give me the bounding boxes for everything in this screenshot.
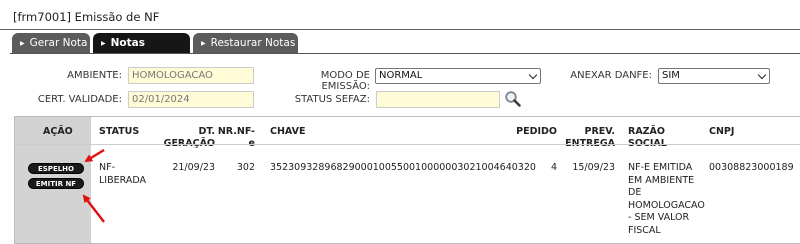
cell-status-line2: LIBERADA xyxy=(99,175,146,186)
cell-razao-social-line: DE xyxy=(628,187,642,198)
chevron-down-icon xyxy=(757,70,767,80)
header-nr-nfe: NR.NF-e xyxy=(217,126,255,149)
status-sefaz-label: STATUS SEFAZ: xyxy=(294,94,370,105)
modo-emissao-value: NORMAL xyxy=(379,70,423,81)
window-title-bar: [frm7001] Emissão de NF xyxy=(0,0,800,30)
cell-razao-social-line: - SEM VALOR xyxy=(628,212,690,223)
tab-notas-geradas[interactable]: ▶Notas Geradas xyxy=(93,33,190,71)
header-acao: AÇÃO xyxy=(43,126,73,137)
tab-arrow-icon: ▶ xyxy=(201,40,206,47)
cell-nr-nfe: 302 xyxy=(236,162,255,173)
header-chave: CHAVE xyxy=(270,126,306,137)
ambiente-label: AMBIENTE: xyxy=(67,70,122,81)
cell-pedido: 4 xyxy=(550,162,557,173)
tab-label: Restaurar Notas xyxy=(210,37,296,49)
status-sefaz-field[interactable] xyxy=(376,91,500,108)
tab-arrow-icon: ▶ xyxy=(101,40,106,47)
cell-status-line1: NF- xyxy=(99,162,115,173)
chevron-down-icon xyxy=(528,70,538,80)
header-pedido: PEDIDO xyxy=(516,126,557,137)
anexar-danfe-select[interactable]: SIM xyxy=(658,68,770,84)
modo-emissao-label: MODO DE EMISSÃO: xyxy=(320,70,370,92)
window-title: [frm7001] Emissão de NF xyxy=(13,10,160,24)
tab-restaurar-notas[interactable]: ▶ Restaurar Notas xyxy=(193,33,298,53)
cell-razao-social-line: HOMOLOGACAO xyxy=(628,199,705,211)
cert-validade-field[interactable]: 02/01/2024 xyxy=(128,91,254,108)
header-status: STATUS xyxy=(99,126,140,137)
cell-chave: 3523093289682900010055001000000302100464… xyxy=(270,162,536,173)
cell-prev-entrega: 15/09/23 xyxy=(572,162,615,173)
search-icon[interactable] xyxy=(504,90,522,108)
header-cnpj: CNPJ xyxy=(709,126,735,137)
header-razao-social-line1: RAZÃO xyxy=(628,126,665,137)
header-dt-geracao-line1: DT. xyxy=(198,126,215,137)
tab-gerar-nota[interactable]: ▶ Gerar Nota xyxy=(12,33,90,53)
notas-table: AÇÃO STATUS DT. GERAÇÃO NR.NF-e CHAVE PE… xyxy=(14,116,800,244)
header-prev-entrega-line1: PREV. xyxy=(584,126,615,137)
tab-label: Gerar Nota xyxy=(29,37,88,49)
espelho-button[interactable]: ESPELHO xyxy=(28,163,84,174)
cell-razao-social-line: FISCAL xyxy=(628,224,661,236)
cell-cnpj: 00308823000189 xyxy=(709,162,794,173)
row-divider xyxy=(15,144,800,145)
cert-validade-label: CERT. VALIDADE: xyxy=(37,94,122,105)
ambiente-field[interactable]: HOMOLOGACAO xyxy=(128,67,254,84)
modo-emissao-select[interactable]: NORMAL xyxy=(375,68,541,84)
tab-arrow-icon: ▶ xyxy=(20,40,25,47)
tab-panel: AMBIENTE: HOMOLOGACAO MODO DE EMISSÃO: N… xyxy=(10,53,800,244)
cell-razao-social-line: NF-E EMITIDA xyxy=(628,162,693,173)
cell-razao-social-line: EM AMBIENTE xyxy=(628,174,695,186)
anexar-danfe-label: ANEXAR DANFE: xyxy=(570,70,652,81)
cell-dt-geracao: 21/09/23 xyxy=(172,162,215,173)
emitir-nf-button[interactable]: EMITIR NF xyxy=(28,178,84,189)
anexar-danfe-value: SIM xyxy=(662,70,680,81)
